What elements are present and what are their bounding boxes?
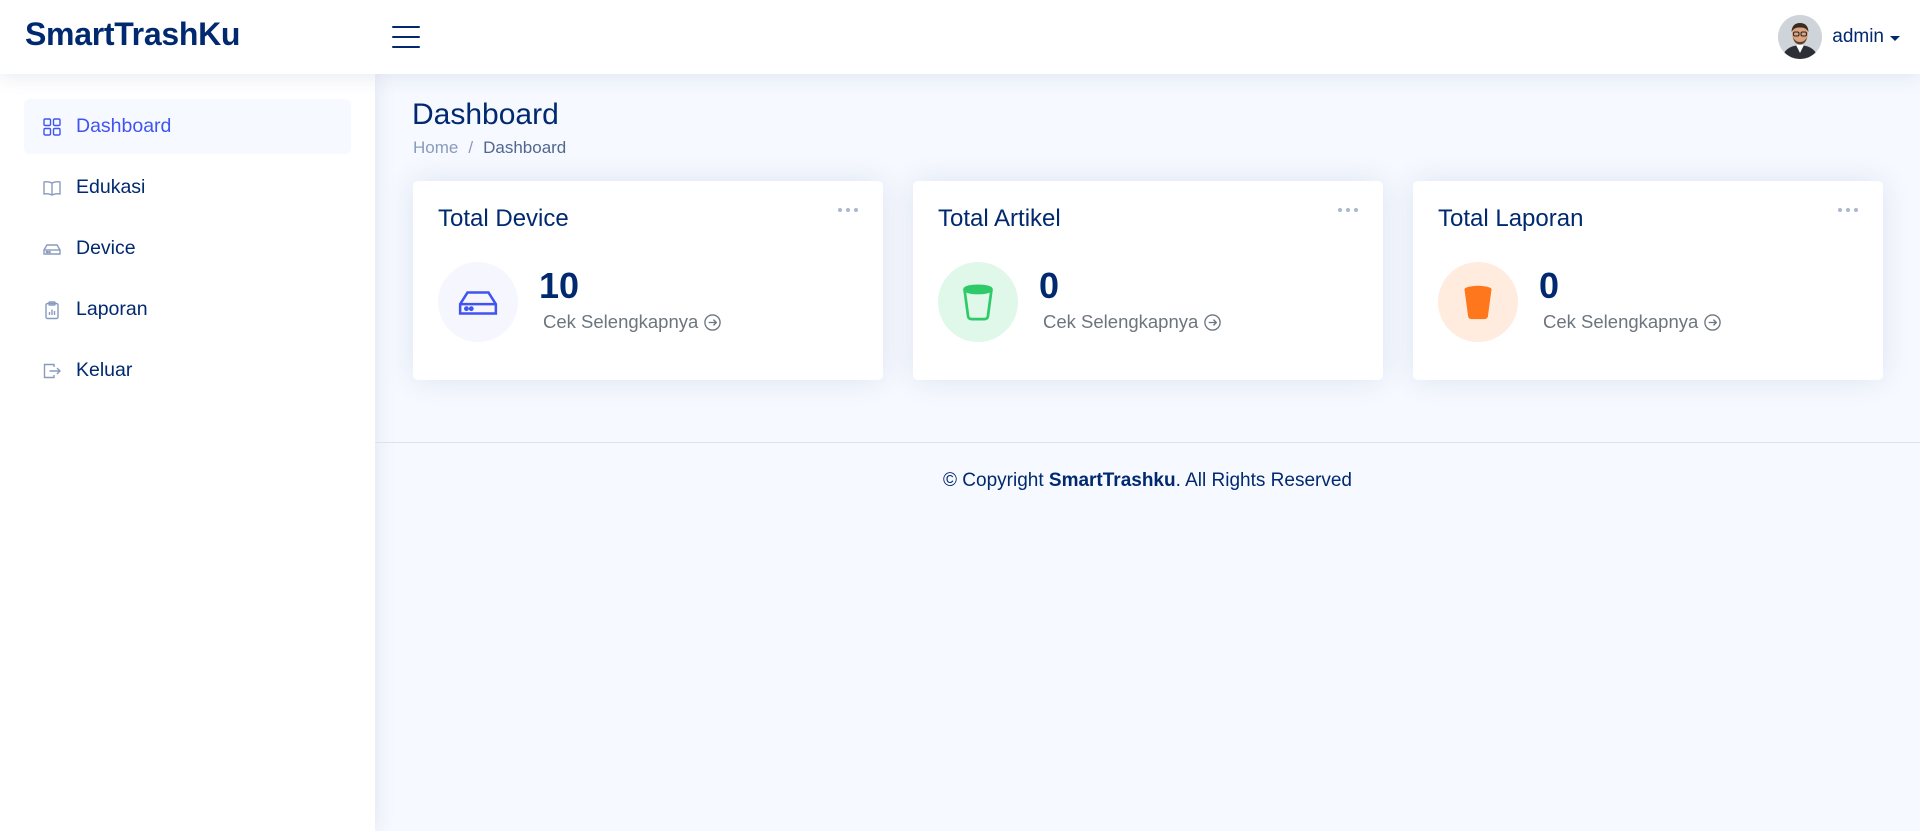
hdd-icon (42, 239, 62, 259)
see-more-link[interactable]: Cek Selengkapnya (1543, 311, 1722, 333)
profile-name: admin (1832, 26, 1884, 47)
footer-suffix: . All Rights Reserved (1175, 470, 1352, 491)
more-options-icon[interactable] (1838, 203, 1858, 217)
footer-prefix: © Copyright (943, 470, 1049, 491)
see-more-label: Cek Selengkapnya (1543, 311, 1699, 332)
brand-logo[interactable]: SmartTrashKu (25, 16, 240, 53)
sidebar-item-label: Keluar (76, 359, 133, 381)
card-icon-circle (938, 262, 1018, 342)
sidebar-item-label: Dashboard (76, 115, 172, 137)
card-value: 0 (1539, 265, 1560, 306)
sidebar-toggle-button[interactable] (392, 24, 422, 50)
logout-icon (42, 361, 62, 381)
footer-divider (375, 442, 1920, 443)
sidebar-item-label: Device (76, 237, 136, 259)
card-title: Total Artikel (938, 205, 1061, 232)
card-title: Total Laporan (1438, 205, 1584, 232)
profile-dropdown[interactable]: admin (1778, 14, 1900, 60)
grid-icon (42, 117, 62, 137)
sidebar-item-dashboard[interactable]: Dashboard (24, 99, 351, 154)
card-icon-circle (1438, 262, 1518, 342)
card-total-device: Total Device 10 Cek Selengkapnya (413, 181, 883, 380)
sidebar-item-edukasi[interactable]: Edukasi (24, 160, 351, 215)
sidebar-item-label: Edukasi (76, 176, 146, 198)
main-content: Dashboard Home / Dashboard Total Device … (375, 74, 1920, 831)
sidebar-item-label: Laporan (76, 298, 148, 320)
footer-copyright: © Copyright SmartTrashku. All Rights Res… (375, 470, 1920, 492)
arrow-right-circle-icon (1204, 313, 1222, 331)
breadcrumb-separator: / (468, 138, 474, 157)
card-icon-circle (438, 262, 518, 342)
sidebar: Dashboard Edukasi Device Laporan Keluar (0, 74, 375, 831)
card-value: 0 (1039, 265, 1060, 306)
breadcrumb-home-link[interactable]: Home (413, 138, 458, 158)
sidebar-item-device[interactable]: Device (24, 221, 351, 276)
hdd-icon (458, 291, 498, 315)
card-title: Total Device (438, 205, 569, 232)
bucket-fill-icon (1464, 285, 1492, 320)
top-header: SmartTrashKu admin (0, 0, 1920, 74)
sidebar-item-laporan[interactable]: Laporan (24, 282, 351, 337)
arrow-right-circle-icon (1704, 313, 1722, 331)
caret-down-icon (1890, 35, 1900, 41)
see-more-label: Cek Selengkapnya (543, 311, 699, 332)
more-options-icon[interactable] (838, 203, 858, 217)
see-more-link[interactable]: Cek Selengkapnya (1043, 311, 1222, 333)
see-more-label: Cek Selengkapnya (1043, 311, 1199, 332)
menu-icon (392, 26, 420, 28)
breadcrumb: Home / Dashboard (413, 138, 566, 158)
card-value: 10 (539, 265, 580, 306)
breadcrumb-current: Dashboard (483, 138, 567, 157)
more-options-icon[interactable] (1338, 203, 1358, 217)
sidebar-item-keluar[interactable]: Keluar (24, 343, 351, 398)
see-more-link[interactable]: Cek Selengkapnya (543, 311, 722, 333)
clipboard-icon (42, 300, 62, 320)
card-total-artikel: Total Artikel 0 Cek Selengkapnya (913, 181, 1383, 380)
footer-brand: SmartTrashku (1048, 470, 1176, 491)
page-title: Dashboard (412, 98, 559, 131)
cup-icon (963, 284, 993, 321)
book-icon (42, 178, 62, 198)
arrow-right-circle-icon (704, 313, 722, 331)
avatar (1778, 15, 1823, 59)
card-total-laporan: Total Laporan 0 Cek Selengkapnya (1413, 181, 1883, 380)
